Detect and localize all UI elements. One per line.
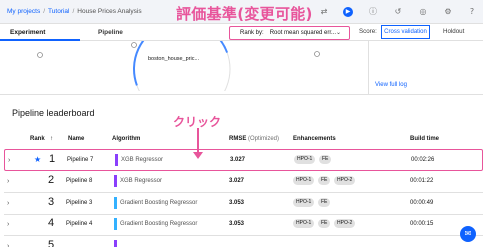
cross-validation-button[interactable]: Cross validation [381, 25, 430, 39]
chevron-right-icon[interactable]: › [8, 157, 10, 164]
rank-value: 3 [48, 196, 55, 208]
pipeline-name: Pipeline 3 [66, 200, 93, 206]
enhancement-tag: HPO-1 [293, 198, 315, 207]
side-panel: View full log [368, 41, 483, 94]
build-time: 00:02:26 [411, 157, 435, 163]
enhancement-tag: FE [319, 155, 332, 164]
compare-icon[interactable]: ⇄ [319, 7, 329, 17]
algorithm-color-bar [114, 175, 117, 187]
pipeline-visualization: boston_house_pric... [0, 41, 368, 91]
algorithm-color-bar [115, 154, 118, 166]
rank-by-value: Root mean squared err... [269, 30, 337, 36]
build-time: 00:00:49 [410, 200, 434, 206]
column-header-rmse-note: (Optimized) [248, 136, 280, 142]
table-row[interactable]: › 3 Pipeline 3 Gradient Boosting Regressor 3… [4, 193, 483, 215]
rank-by-dropdown[interactable]: Rank by: Root mean squared err... ⌄ [229, 26, 350, 40]
chevron-right-icon[interactable]: › [7, 200, 9, 207]
chevron-down-icon: ⌄ [335, 30, 341, 36]
enhancement-tag: FE [318, 176, 331, 185]
algorithm-color-bar [114, 197, 117, 209]
rank-by-label: Rank by: [240, 30, 264, 36]
algorithm-name: XGB Regressor [121, 157, 164, 163]
star-icon: ★ [34, 155, 42, 164]
holdout-button[interactable]: Holdout [443, 28, 464, 35]
build-time: 00:00:15 [410, 221, 434, 227]
annotation-ranking-criteria: 評価基準(変更可能) [176, 5, 313, 23]
chevron-right-icon[interactable]: › [7, 221, 9, 228]
rank-value: 2 [48, 174, 55, 186]
chat-icon[interactable]: ✉ [460, 226, 476, 242]
pipeline-name: Pipeline 7 [67, 157, 94, 163]
build-time: 00:01:22 [410, 178, 434, 184]
algorithm-color-bar [114, 218, 117, 230]
rmse-value: 3.053 [229, 221, 245, 227]
enhancement-tag: FE [318, 198, 331, 207]
breadcrumb: My projects / Tutorial / House Prices Analys… [7, 8, 142, 15]
table-row[interactable]: › 5 [4, 236, 483, 247]
rank-value: 1 [49, 153, 56, 165]
enhancement-tag: HPO-1 [293, 219, 315, 228]
score-label: Score: [359, 28, 377, 35]
pipeline-name: Pipeline 8 [66, 178, 93, 184]
enhancement-tag: HPO-2 [334, 176, 356, 185]
pipeline-graph [37, 41, 320, 91]
column-header-rmse: RMSE [229, 136, 247, 142]
history-icon[interactable]: ↺ [393, 7, 403, 17]
chevron-right-icon[interactable]: › [7, 243, 9, 247]
graph-node[interactable] [37, 52, 43, 58]
leaderboard-title: Pipeline leaderboard [12, 108, 95, 118]
divider [0, 94, 483, 95]
pipeline-name: Pipeline 4 [66, 221, 93, 227]
graph-node[interactable] [314, 51, 320, 57]
info-icon[interactable]: ⓘ [368, 7, 378, 17]
view-icon[interactable]: ◎ [418, 7, 428, 17]
table-row[interactable]: › 4 Pipeline 4 Gradient Boosting Regressor 3… [4, 214, 483, 236]
settings-icon[interactable]: ⚙ [443, 7, 453, 17]
table-row[interactable]: › ★ 1 Pipeline 7 XGB Regressor 3.027 HPO-1 FE 00… [4, 149, 483, 171]
rank-value: 4 [48, 217, 55, 229]
table-row[interactable]: › 2 Pipeline 8 XGB Regressor 3.027 HPO-1 FE HPO… [4, 171, 483, 193]
column-header-enhancements: Enhancements [293, 136, 336, 142]
rmse-value: 3.053 [229, 200, 245, 206]
help-icon[interactable]: ? [467, 7, 477, 17]
column-header-build-time: Build time [410, 136, 440, 142]
chevron-right-icon[interactable]: › [7, 178, 9, 185]
view-full-log-link[interactable]: View full log [375, 82, 407, 88]
breadcrumb-current: House Prices Analysis [77, 8, 142, 15]
column-header-rank[interactable]: Rank [30, 136, 45, 142]
tab-experiment-summary[interactable]: Experiment summary [0, 24, 80, 53]
graph-node[interactable] [131, 42, 137, 48]
enhancement-tag: FE [318, 219, 331, 228]
column-header-name: Name [68, 136, 85, 142]
algorithm-color-bar [114, 240, 117, 247]
data-source-node-label: boston_house_pric... [148, 56, 200, 62]
sort-arrow-icon[interactable]: ↑ [50, 136, 53, 142]
column-header-algorithm: Algorithm [112, 136, 141, 142]
breadcrumb-item[interactable]: Tutorial [48, 8, 69, 15]
rmse-value: 3.027 [229, 178, 245, 184]
breadcrumb-item[interactable]: My projects [7, 8, 40, 15]
run-icon[interactable]: ▶ [343, 7, 353, 17]
enhancement-tag: HPO-2 [334, 219, 356, 228]
tab-pipeline-comparison[interactable]: Pipeline comparison [88, 24, 168, 53]
rmse-value: 3.027 [230, 157, 246, 163]
rank-value: 5 [48, 239, 55, 247]
leaderboard-header: Rank ↑ Name Algorithm RMSE (Optimized) E… [0, 133, 483, 145]
algorithm-name: Gradient Boosting Regressor [120, 221, 198, 227]
enhancement-tag: HPO-1 [293, 176, 315, 185]
enhancement-tag: HPO-1 [294, 155, 316, 164]
algorithm-name: Gradient Boosting Regressor [120, 200, 198, 206]
algorithm-name: XGB Regressor [120, 178, 163, 184]
